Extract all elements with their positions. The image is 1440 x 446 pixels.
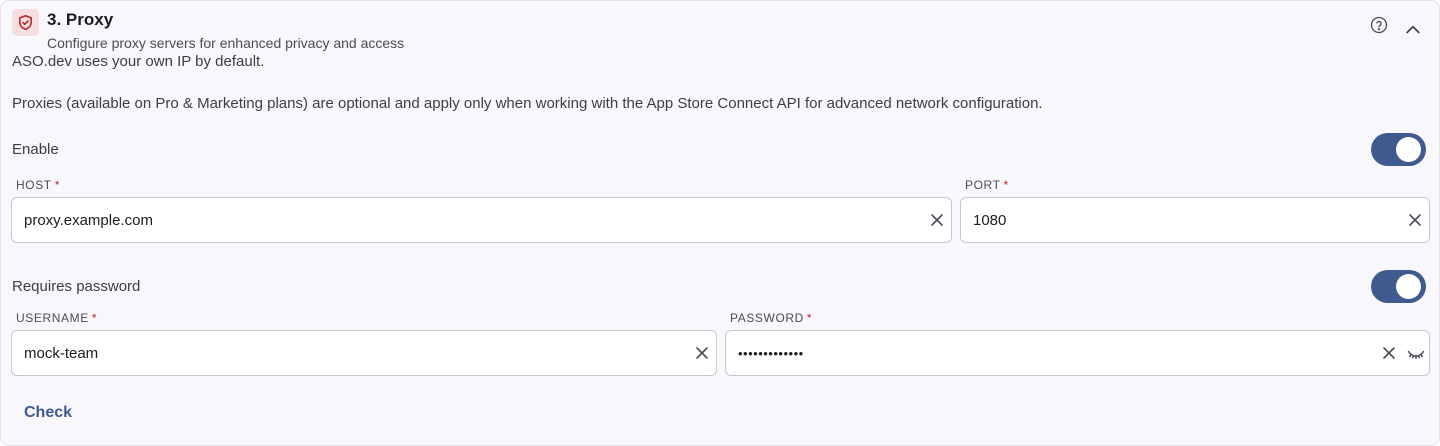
section-title: 3. Proxy — [47, 10, 114, 29]
clear-icon[interactable] — [1382, 346, 1396, 360]
username-label: USERNAME * — [16, 311, 98, 325]
requires-password-label: Requires password — [12, 278, 141, 295]
host-label: HOST * — [16, 178, 61, 192]
proxies-note: Proxies (available on Pro & Marketing pl… — [12, 95, 1043, 112]
port-label: PORT * — [965, 178, 1009, 192]
password-field[interactable] — [725, 330, 1430, 376]
enable-toggle[interactable] — [1371, 133, 1426, 166]
toggle-knob — [1396, 274, 1421, 299]
toggle-knob — [1396, 137, 1421, 162]
check-button[interactable]: Check — [24, 404, 72, 422]
password-input[interactable] — [738, 331, 1368, 375]
help-icon[interactable] — [1370, 16, 1390, 36]
password-label: PASSWORD * — [730, 311, 813, 325]
proxy-settings-panel: 3. Proxy Configure proxy servers for enh… — [0, 0, 1440, 446]
default-ip-note: ASO.dev uses your own IP by default. — [12, 53, 265, 70]
clear-icon[interactable] — [1408, 213, 1422, 227]
enable-label: Enable — [12, 141, 59, 158]
section-subtitle: Configure proxy servers for enhanced pri… — [47, 35, 405, 51]
shield-icon — [12, 9, 39, 36]
username-field[interactable] — [11, 330, 717, 376]
clear-icon[interactable] — [695, 346, 709, 360]
clear-icon[interactable] — [930, 213, 944, 227]
port-input[interactable] — [973, 198, 1393, 242]
host-input[interactable] — [24, 198, 914, 242]
chevron-up-icon[interactable] — [1403, 20, 1423, 40]
username-input[interactable] — [24, 331, 684, 375]
port-field[interactable] — [960, 197, 1430, 243]
requires-password-toggle[interactable] — [1371, 270, 1426, 303]
host-field[interactable] — [11, 197, 952, 243]
eye-closed-icon[interactable] — [1407, 347, 1425, 360]
